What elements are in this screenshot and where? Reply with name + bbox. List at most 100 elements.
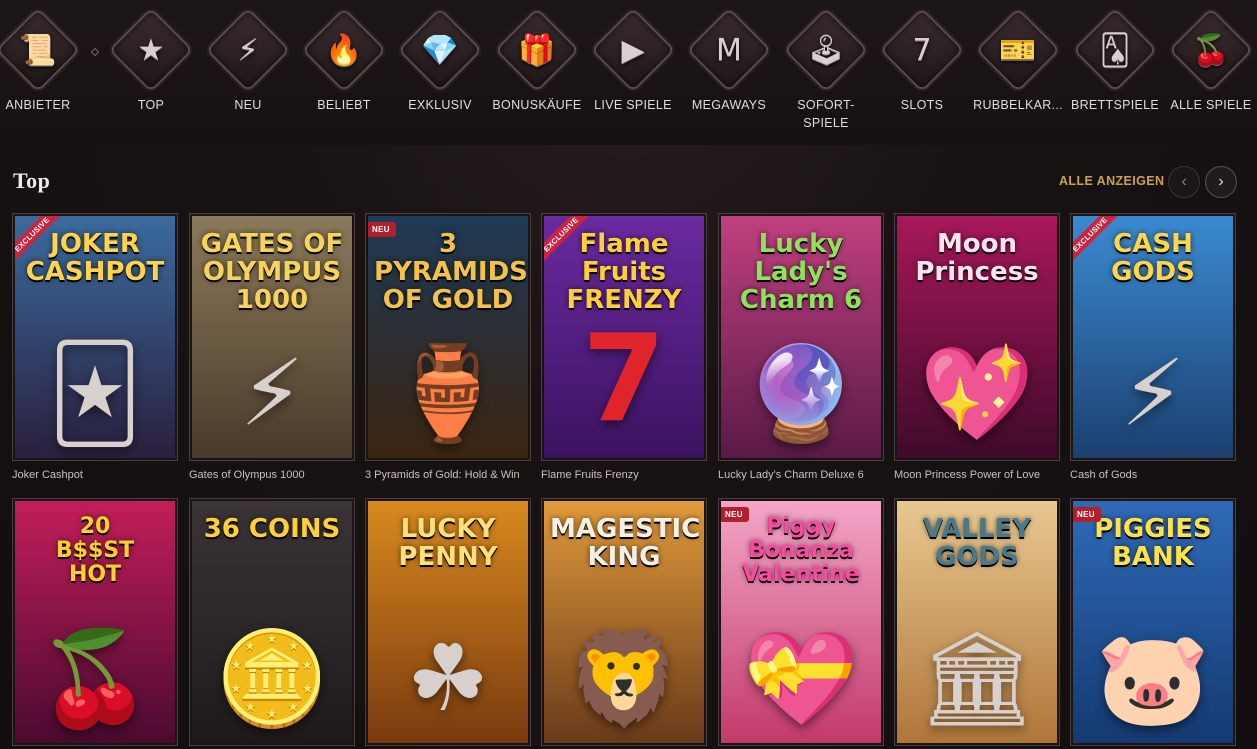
category-label: MEGAWAYS xyxy=(691,98,767,112)
game-thumbnail[interactable]: 🪙 36 COINS xyxy=(189,498,355,746)
game-logo: Flame Fruits FRENZY xyxy=(566,229,682,315)
category-nav: 📜 ANBIETER ★ TOP ⚡ NEU 🔥 BELIEBT 💎 EXKLUSIV 🎁 BONUS… xyxy=(0,0,1257,145)
game-tile[interactable]: NEU 💝 Piggy Bonanza ValentinePiggy Bonanza… xyxy=(718,498,884,749)
game-character: 💝 xyxy=(743,625,859,732)
category-brettspiele[interactable]: 🂡 BRETTSPIELE xyxy=(1067,7,1163,114)
category-slots[interactable]: 7 SLOTS xyxy=(874,7,970,114)
category-icon-frame: 📜 xyxy=(0,7,81,93)
category-label: BRETTSPIELE xyxy=(1070,98,1160,112)
game-logo: 20 B$$ST HOT xyxy=(55,514,135,587)
game-thumbnail[interactable]: NEU 🏺 3 PYRAMIDS OF GOLD xyxy=(365,213,531,461)
category-beliebt[interactable]: 🔥 BELIEBT xyxy=(296,7,392,114)
gift-icon: 🎁 xyxy=(518,32,556,68)
game-logo: 36 COINS xyxy=(203,514,341,544)
carousel-prev-button[interactable]: ‹ xyxy=(1168,166,1200,198)
game-tile[interactable]: EXCLUSIVE 7 Flame Fruits FRENZY Flame Fruit… xyxy=(541,213,707,481)
game-logo: VALLEY GODS xyxy=(922,514,1032,572)
game-thumbnail[interactable]: 🦁 MAGESTIC KING xyxy=(541,498,707,746)
neu-badge: NEU xyxy=(368,222,396,237)
category-icon-frame: ★ xyxy=(108,7,194,93)
game-character: 🍒 xyxy=(37,625,153,732)
category-anbieter[interactable]: 📜 ANBIETER xyxy=(0,7,86,114)
game-title[interactable]: Gates of Olympus 1000 xyxy=(189,469,355,481)
game-artwork: NEU 🐷 PIGGIES BANK xyxy=(1073,501,1233,743)
game-thumbnail[interactable]: ⚡ GATES OF OLYMPUS 1000 xyxy=(189,213,355,461)
game-tile[interactable]: 🔮 Lucky Lady's Charm 6 Lucky Lady's Charm … xyxy=(718,213,884,481)
game-thumbnail[interactable]: ☘ LUCKY PENNY xyxy=(365,498,531,746)
category-sofort-spiele[interactable]: 🕹 SOFORT- SPIELE xyxy=(778,7,874,132)
game-title[interactable]: 3 Pyramids of Gold: Hold & Win xyxy=(365,469,531,481)
game-character: ☘ xyxy=(406,625,490,732)
game-character: 🔮 xyxy=(743,340,859,447)
carousel-next-button[interactable]: › xyxy=(1205,166,1237,198)
scratch-card-icon: 🎫 xyxy=(999,32,1037,68)
section-title: Top xyxy=(13,168,51,193)
game-character: 🪙 xyxy=(214,625,330,732)
category-label: ANBIETER xyxy=(5,98,71,112)
game-thumbnail[interactable]: 🏛 VALLEY GODS xyxy=(894,498,1060,746)
game-tile[interactable]: EXCLUSIVE ⚡ CASH GODS Cash of Gods xyxy=(1070,213,1236,481)
game-artwork: ⚡ GATES OF OLYMPUS 1000 xyxy=(192,216,352,458)
category-exklusiv[interactable]: 💎 EXKLUSIV xyxy=(392,7,488,114)
playing-cards-icon: 🂡 xyxy=(1099,32,1131,68)
category-live-spiele[interactable]: ▶ LIVE SPIELE xyxy=(585,7,681,114)
game-artwork: 💖 Moon Princess xyxy=(897,216,1057,458)
category-neu[interactable]: ⚡ NEU xyxy=(200,7,296,114)
see-all-link[interactable]: ALLE ANZEIGEN xyxy=(1059,174,1164,188)
game-logo: Moon Princess xyxy=(915,229,1039,287)
category-label: LIVE SPIELE xyxy=(594,98,672,112)
game-logo: JOKER CASHPOT xyxy=(25,229,165,287)
joystick-icon: 🕹 xyxy=(806,32,846,68)
game-tile[interactable]: 🪙36 COINS36 Coins xyxy=(189,498,355,749)
category-label: BELIEBT xyxy=(317,98,371,112)
game-thumbnail[interactable]: NEU 🐷 PIGGIES BANK xyxy=(1070,498,1236,746)
megaways-m-icon: M xyxy=(716,32,742,68)
neu-badge: NEU xyxy=(721,507,749,522)
game-thumbnail[interactable]: NEU 💝 Piggy Bonanza Valentine xyxy=(718,498,884,746)
chevron-left-icon: ‹ xyxy=(1181,173,1187,190)
game-tile[interactable]: NEU 🏺 3 PYRAMIDS OF GOLD 3 Pyramids of Gold… xyxy=(365,213,531,481)
game-title[interactable]: Moon Princess Power of Love xyxy=(894,469,1060,481)
category-alle-spiele[interactable]: 🍒 ALLE SPIELE xyxy=(1163,7,1257,114)
game-thumbnail[interactable]: EXCLUSIVE 🃏 JOKER CASHPOT xyxy=(12,213,178,461)
game-tile[interactable]: EXCLUSIVE 🃏 JOKER CASHPOT Joker Cashpot xyxy=(12,213,178,481)
category-top[interactable]: ★ TOP xyxy=(103,7,199,114)
game-thumbnail[interactable]: 🔮 Lucky Lady's Charm 6 xyxy=(718,213,884,461)
game-thumbnail[interactable]: EXCLUSIVE ⚡ CASH GODS xyxy=(1070,213,1236,461)
category-megaways[interactable]: M MEGAWAYS xyxy=(681,7,777,114)
game-thumbnail[interactable]: 💖 Moon Princess xyxy=(894,213,1060,461)
category-label: NEU xyxy=(234,98,262,112)
game-title[interactable]: Lucky Lady's Charm Deluxe 6 xyxy=(718,469,884,481)
game-artwork: EXCLUSIVE 7 Flame Fruits FRENZY xyxy=(544,216,704,458)
game-tile[interactable]: NEU🐷PIGGIES BANKPiggies and the Bank xyxy=(1070,498,1236,749)
game-tile[interactable]: 🦁MAGESTIC KINGMagestic King xyxy=(541,498,707,749)
game-title[interactable]: Joker Cashpot xyxy=(12,469,178,481)
game-title[interactable]: Cash of Gods xyxy=(1070,469,1236,481)
game-title[interactable]: Flame Fruits Frenzy xyxy=(541,469,707,481)
cherries-icon: 🍒 xyxy=(1192,32,1230,68)
category-icon-frame: M xyxy=(686,7,772,93)
game-tile[interactable]: 💖 Moon Princess Moon Princess Power of Lov… xyxy=(894,213,1060,481)
flame-icon: 🔥 xyxy=(325,32,363,68)
game-tile[interactable]: ☘LUCKY PENNYLucky Penny xyxy=(365,498,531,749)
game-tile[interactable]: ⚡ GATES OF OLYMPUS 1000 Gates of Olympus 1… xyxy=(189,213,355,481)
game-character: 🦁 xyxy=(566,625,682,732)
game-artwork: ☘ LUCKY PENNY xyxy=(368,501,528,743)
category-rubbelkar[interactable]: 🎫 RUBBELKAR... xyxy=(970,7,1066,114)
game-tile[interactable]: 🍒20 B$$ST HOT20 Boost Hot xyxy=(12,498,178,749)
game-tile[interactable]: 🏛VALLEY GODSValley of the Gods xyxy=(894,498,1060,749)
game-artwork: 🔮 Lucky Lady's Charm 6 xyxy=(721,216,881,458)
category-icon-frame: ▶ xyxy=(590,7,676,93)
game-artwork: EXCLUSIVE ⚡ CASH GODS xyxy=(1073,216,1233,458)
game-artwork: NEU 🏺 3 PYRAMIDS OF GOLD xyxy=(368,216,528,458)
category-label: SLOTS xyxy=(900,98,944,112)
game-logo: MAGESTIC KING xyxy=(550,514,701,572)
game-thumbnail[interactable]: 🍒 20 B$$ST HOT xyxy=(12,498,178,746)
game-thumbnail[interactable]: EXCLUSIVE 7 Flame Fruits FRENZY xyxy=(541,213,707,461)
category-bonuskäufe[interactable]: 🎁 BONUSKÄUFE xyxy=(489,7,585,114)
game-artwork: NEU 💝 Piggy Bonanza Valentine xyxy=(721,501,881,743)
game-artwork: 🏛 VALLEY GODS xyxy=(897,501,1057,743)
game-logo: GATES OF OLYMPUS 1000 xyxy=(200,229,344,315)
category-label: ALLE SPIELE xyxy=(1170,98,1252,112)
game-artwork: 🍒 20 B$$ST HOT xyxy=(15,501,175,743)
